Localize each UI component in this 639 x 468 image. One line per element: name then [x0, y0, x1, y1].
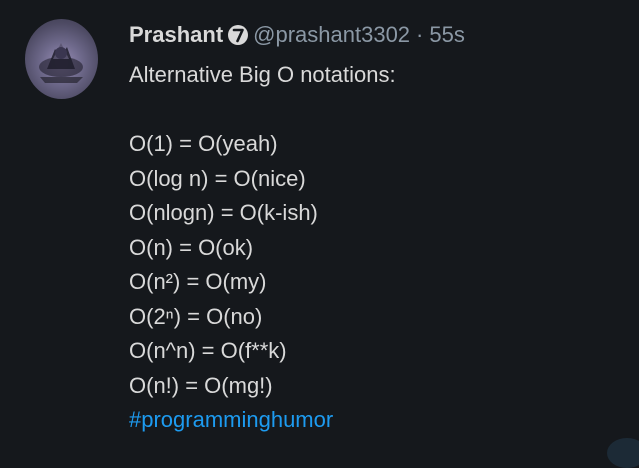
text-line: O(n) = O(ok)	[129, 234, 254, 260]
corner-decoration	[607, 438, 639, 468]
timestamp[interactable]: 55s	[429, 22, 464, 48]
text-line: O(n^n) = O(f**k)	[129, 338, 287, 363]
hashtag-link[interactable]: #programminghumor	[129, 403, 396, 438]
text-line: O(2ⁿ) = O(no)	[129, 303, 263, 329]
avatar[interactable]	[25, 19, 98, 99]
text-line: O(log n) = O(nice)	[129, 165, 306, 191]
text-line: O(1) = O(yeah)	[129, 131, 278, 156]
text-line: O(n!) = O(mg!)	[129, 372, 273, 398]
tweet: Prashant @prashant3302 · 55s Alternative…	[0, 0, 639, 468]
avatar-image	[39, 43, 83, 83]
number-7-badge-icon	[228, 25, 249, 45]
text-line: O(nlogn) = O(k-ish)	[129, 200, 318, 225]
author-handle[interactable]: @prashant3302	[253, 22, 410, 48]
author-name[interactable]: Prashant	[129, 22, 223, 48]
text-line: O(n²) = O(my)	[129, 269, 267, 294]
text-line-blank	[129, 93, 396, 128]
tweet-text: Alternative Big O notations: O(1) = O(ye…	[129, 58, 396, 438]
separator-dot: ·	[416, 22, 424, 47]
text-line: Alternative Big O notations:	[129, 62, 396, 87]
tweet-header: Prashant @prashant3302 · 55s	[129, 20, 465, 50]
